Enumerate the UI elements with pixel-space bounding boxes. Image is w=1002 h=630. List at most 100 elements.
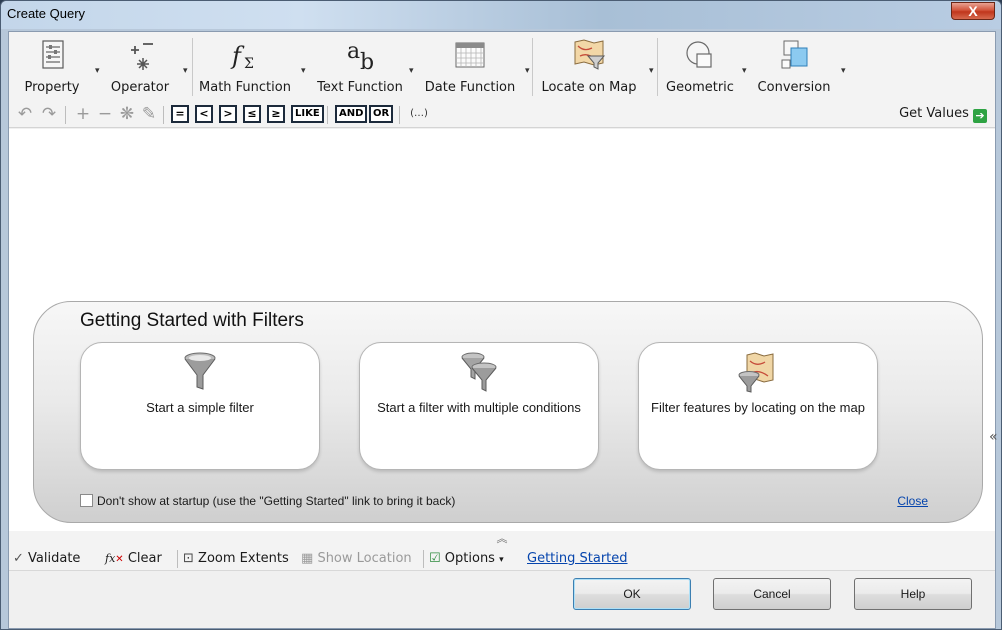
math-function-icon: f Σ — [230, 42, 254, 72]
calendar-icon — [455, 42, 485, 68]
toolbar-separator — [163, 106, 164, 124]
ribbon-math-function[interactable]: f Σ Math Function ▾ — [197, 34, 306, 98]
map-funnel-icon — [738, 352, 774, 393]
getting-started-title: Getting Started with Filters — [80, 310, 304, 331]
chevron-down-icon[interactable]: ▾ — [409, 66, 414, 76]
funnel-icon — [184, 352, 216, 390]
chevron-up-icon[interactable]: ︽ — [497, 532, 508, 545]
collapse-panel-icon[interactable]: « — [989, 429, 998, 445]
or-operator-button[interactable]: OR — [369, 105, 394, 123]
cancel-button[interactable]: Cancel — [713, 578, 831, 610]
get-values-button[interactable]: Get Values ➔ — [899, 106, 987, 123]
clear-function-icon: fx — [105, 552, 116, 565]
show-location-button[interactable]: ▦ Show Location — [301, 551, 412, 566]
map-filter-icon — [574, 39, 606, 70]
multi-funnel-icon — [461, 352, 497, 392]
getting-started-link[interactable]: Getting Started — [527, 551, 628, 566]
options-label: Options — [444, 551, 495, 566]
simple-filter-label: Start a simple filter — [146, 400, 254, 415]
show-location-label: Show Location — [317, 551, 412, 566]
getting-started-panel: Getting Started with Filters Start a sim… — [33, 301, 983, 523]
svg-text:f: f — [230, 42, 245, 70]
ribbon-text-function[interactable]: a b Text Function ▾ — [313, 34, 413, 98]
dialog-client-area: Property ▾ Operator ▾ f Σ Math Function … — [8, 31, 998, 629]
zoom-extents-label: Zoom Extents — [198, 551, 289, 566]
operator-toolbar: ↶ ↷ + − ❋ ✎ = < > ≤ ≥ LIKE AND OR (…) Ge… — [9, 100, 995, 128]
chevron-down-icon: ▾ — [499, 555, 504, 565]
ok-button[interactable]: OK — [573, 578, 691, 610]
zoom-extents-button[interactable]: ⊡ Zoom Extents — [183, 551, 289, 566]
multiple-conditions-label: Start a filter with multiple conditions — [377, 400, 581, 415]
greater-than-operator-button[interactable]: > — [219, 105, 237, 123]
toolbar-separator — [177, 550, 178, 568]
less-equal-operator-button[interactable]: ≤ — [243, 105, 261, 123]
equals-operator-button[interactable]: = — [171, 105, 189, 123]
chevron-down-icon[interactable]: ▾ — [742, 66, 747, 76]
close-getting-started-link[interactable]: Close — [897, 494, 928, 508]
chevron-down-icon[interactable]: ▾ — [649, 66, 654, 76]
ribbon-separator — [657, 38, 658, 96]
toolbar-separator — [423, 550, 424, 568]
toolbar-separator — [65, 106, 66, 124]
like-operator-button[interactable]: LIKE — [291, 105, 324, 123]
chevron-down-icon[interactable]: ▾ — [95, 66, 100, 76]
checkbox-box[interactable] — [80, 494, 93, 507]
arrow-right-icon: ➔ — [973, 109, 987, 123]
create-query-window: Create Query X Property ▾ Operator ▾ f Σ… — [0, 0, 1002, 630]
redo-icon[interactable]: ↷ — [39, 104, 59, 124]
chevron-down-icon[interactable]: ▾ — [525, 66, 530, 76]
conversion-icon — [781, 40, 808, 69]
dont-show-checkbox[interactable]: Don't show at startup (use the "Getting … — [80, 494, 455, 508]
operator-icon — [131, 43, 153, 70]
checkmark-icon: ✓ — [13, 551, 24, 566]
bottom-toolbar: ✓ Validate fx✕ Clear ⊡ Zoom Extents ▦ Sh… — [9, 547, 995, 571]
ribbon-label-text-function: Text Function — [317, 80, 403, 95]
svg-text:Σ: Σ — [244, 56, 254, 72]
remove-icon[interactable]: − — [95, 104, 115, 124]
help-button[interactable]: Help — [854, 578, 972, 610]
multiple-conditions-card[interactable]: Start a filter with multiple conditions — [359, 342, 599, 470]
options-dropdown[interactable]: ☑ Options ▾ — [429, 551, 504, 566]
zoom-extents-icon: ⊡ — [183, 551, 194, 566]
dont-show-label: Don't show at startup (use the "Getting … — [97, 494, 456, 508]
ribbon-label-operator: Operator — [110, 80, 170, 95]
undo-icon[interactable]: ↶ — [15, 104, 35, 124]
toolbar-separator — [399, 106, 400, 124]
svg-text:a: a — [347, 39, 360, 64]
validate-label: Validate — [28, 551, 81, 566]
ribbon-locate-on-map[interactable]: Locate on Map ▾ — [537, 34, 654, 98]
ribbon-label-geometric: Geometric — [666, 80, 734, 95]
edit-icon[interactable]: ✎ — [139, 104, 159, 124]
ribbon-property[interactable]: Property ▾ — [13, 34, 100, 98]
add-icon[interactable]: + — [73, 104, 93, 124]
and-operator-button[interactable]: AND — [335, 105, 368, 123]
validate-button[interactable]: ✓ Validate — [13, 551, 80, 566]
greater-equal-operator-button[interactable]: ≥ — [267, 105, 285, 123]
chevron-down-icon[interactable]: ▾ — [183, 66, 188, 76]
svg-text:b: b — [360, 50, 374, 72]
ribbon-separator — [532, 38, 533, 96]
group-icon[interactable]: ❋ — [117, 104, 137, 124]
locate-on-map-card[interactable]: Filter features by locating on the map — [638, 342, 878, 470]
text-function-icon: a b — [347, 39, 374, 72]
ribbon-operator[interactable]: Operator ▾ — [101, 34, 188, 98]
ribbon-label-property: Property — [24, 80, 80, 95]
dialog-footer: OK Cancel Help — [9, 572, 995, 628]
ribbon-geometric[interactable]: Geometric ▾ — [662, 34, 747, 98]
clear-button[interactable]: fx✕ Clear — [105, 551, 162, 566]
ribbon-separator — [192, 38, 193, 96]
simple-filter-card[interactable]: Start a simple filter — [80, 342, 320, 470]
parentheses-button[interactable]: (…) — [407, 104, 431, 124]
ribbon-label-date-function: Date Function — [424, 80, 516, 95]
chevron-down-icon[interactable]: ▾ — [301, 66, 306, 76]
close-window-button[interactable]: X — [951, 2, 995, 20]
query-canvas[interactable]: Getting Started with Filters Start a sim… — [9, 129, 998, 531]
ribbon-label-locate-on-map: Locate on Map — [541, 80, 637, 95]
property-icon — [42, 40, 64, 69]
splitter-handle[interactable]: ︽ — [9, 531, 995, 547]
ribbon-date-function[interactable]: Date Function ▾ — [421, 34, 530, 98]
ribbon-conversion[interactable]: Conversion ▾ — [753, 34, 846, 98]
clear-label: Clear — [127, 551, 162, 566]
less-than-operator-button[interactable]: < — [195, 105, 213, 123]
chevron-down-icon[interactable]: ▾ — [841, 66, 846, 76]
